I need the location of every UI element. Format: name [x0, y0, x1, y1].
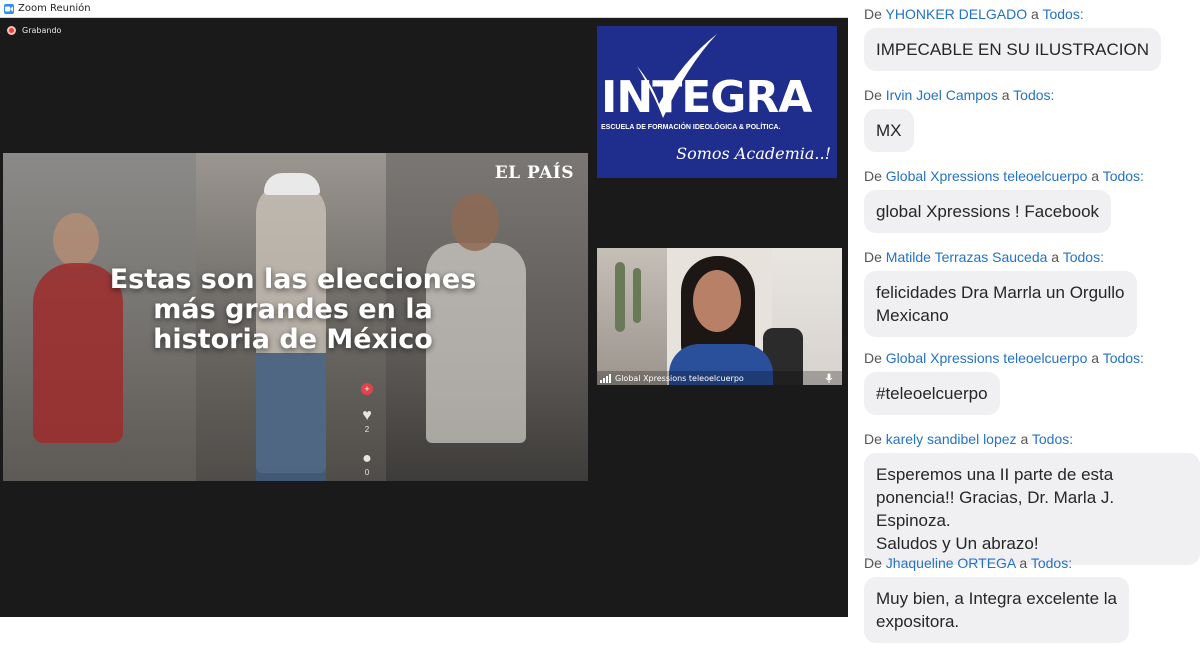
- to-word: a: [1031, 6, 1039, 22]
- cactus: [615, 262, 625, 332]
- window-title: Zoom Reunión: [18, 3, 91, 14]
- message-text: Saludos y Un abrazo!: [876, 534, 1039, 553]
- headline-line: más grandes en la: [153, 294, 433, 325]
- recipient-link[interactable]: Todos:: [1031, 555, 1072, 571]
- message-header: De Global Xpressions teleoelcuerpo a Tod…: [864, 350, 1144, 366]
- chat-message: De YHONKER DELGADO a Todos: IMPECABLE EN…: [864, 6, 1162, 71]
- chat-message: De Irvin Joel Campos a Todos: MX: [864, 87, 1054, 152]
- sender-link[interactable]: Irvin Joel Campos: [886, 87, 998, 103]
- background-wall: [597, 248, 667, 385]
- message-header: De Irvin Joel Campos a Todos:: [864, 87, 1054, 103]
- sender-link[interactable]: karely sandibel lopez: [886, 431, 1017, 447]
- message-text: Muy bien, a Integra excelente la: [876, 589, 1117, 608]
- message-bubble: MX: [864, 109, 914, 152]
- person-head: [53, 213, 99, 267]
- from-word: De: [864, 6, 882, 22]
- integra-subtitle: ESCUELA DE FORMACIÓN IDEOLÓGICA & POLÍTI…: [601, 124, 781, 131]
- message-text: global Xpressions ! Facebook: [876, 202, 1100, 221]
- like-count: 2: [364, 425, 370, 434]
- to-word: a: [1020, 431, 1029, 447]
- message-bubble: #teleoelcuerpo: [864, 372, 1000, 415]
- chat-panel: De YHONKER DELGADO a Todos: IMPECABLE EN…: [848, 0, 1200, 651]
- chat-message: De Global Xpressions teleoelcuerpo a Tod…: [864, 350, 1144, 415]
- sender-link[interactable]: Matilde Terrazas Sauceda: [886, 249, 1048, 265]
- integra-logo-tile[interactable]: INTEGRA ESCUELA DE FORMACIÓN IDEOLÓGICA …: [597, 26, 837, 178]
- from-word: De: [864, 350, 882, 366]
- to-word: a: [1091, 350, 1100, 366]
- person-cap: [264, 173, 320, 195]
- recipient-link[interactable]: Todos:: [1063, 249, 1104, 265]
- message-bubble: Muy bien, a Integra excelente la exposit…: [864, 577, 1129, 643]
- person-jeans: [256, 353, 326, 481]
- message-header: De Global Xpressions teleoelcuerpo a Tod…: [864, 168, 1144, 184]
- chat-message: De Matilde Terrazas Sauceda a Todos: fel…: [864, 249, 1137, 337]
- message-header: De Matilde Terrazas Sauceda a Todos:: [864, 249, 1137, 265]
- message-header: De YHONKER DELGADO a Todos:: [864, 6, 1161, 22]
- message-text: #teleoelcuerpo: [876, 384, 988, 403]
- signal-strength-icon: [600, 373, 612, 383]
- message-text: ponencia!! Gracias, Dr. Marla J. Espinoz…: [876, 488, 1115, 530]
- message-header: De karely sandibel lopez a Todos:: [864, 431, 1200, 447]
- to-word: a: [1091, 168, 1100, 184]
- video-headline: Estas son las elecciones más grandes en …: [103, 265, 483, 355]
- participant-video-tile[interactable]: Global Xpressions teleoelcuerpo: [597, 248, 842, 385]
- cactus: [633, 268, 641, 323]
- message-text: IMPECABLE EN SU ILUSTRACION: [876, 40, 1150, 59]
- from-word: De: [864, 168, 882, 184]
- video-social-icons: + ♥ 2 ● 0: [355, 383, 379, 481]
- participant-name: Global Xpressions teleoelcuerpo: [615, 373, 744, 383]
- chat-message: De Jhaqueline ORTEGA a Todos: Muy bien, …: [864, 555, 1129, 643]
- participant-face: [693, 270, 741, 332]
- message-bubble: IMPECABLE EN SU ILUSTRACION: [864, 28, 1162, 71]
- to-word: a: [1051, 249, 1060, 265]
- message-bubble: Esperemos una II parte de esta ponencia!…: [864, 453, 1200, 565]
- microphone-icon: [825, 373, 833, 383]
- to-word: a: [1001, 87, 1010, 103]
- from-word: De: [864, 249, 882, 265]
- zoom-meeting-window: Zoom Reunión Grabando EL PAÍS Estas son …: [0, 0, 848, 617]
- heart-icon: ♥: [362, 407, 372, 424]
- comment-count: 0: [364, 468, 370, 477]
- plus-icon: +: [361, 383, 373, 395]
- recording-indicator[interactable]: Grabando: [7, 26, 61, 35]
- recipient-link[interactable]: Todos:: [1013, 87, 1054, 103]
- integra-slogan: Somos Academia..!: [676, 144, 831, 163]
- shared-video[interactable]: EL PAÍS Estas son las elecciones más gra…: [3, 153, 588, 481]
- recipient-link[interactable]: Todos:: [1042, 6, 1083, 22]
- chat-message: De karely sandibel lopez a Todos: Espere…: [864, 431, 1200, 565]
- message-text: felicidades Dra Marrla un Orgullo: [876, 283, 1125, 302]
- message-text: MX: [876, 121, 902, 140]
- from-word: De: [864, 87, 882, 103]
- to-word: a: [1019, 555, 1028, 571]
- sender-link[interactable]: YHONKER DELGADO: [886, 6, 1028, 22]
- recording-label: Grabando: [22, 26, 62, 35]
- sender-link[interactable]: Jhaqueline ORTEGA: [886, 555, 1016, 571]
- message-bubble: felicidades Dra Marrla un Orgullo Mexica…: [864, 271, 1137, 337]
- message-text: expositora.: [876, 612, 960, 631]
- sender-link[interactable]: Global Xpressions teleoelcuerpo: [886, 168, 1088, 184]
- from-word: De: [864, 431, 882, 447]
- from-word: De: [864, 555, 882, 571]
- message-bubble: global Xpressions ! Facebook: [864, 190, 1112, 233]
- record-dot-icon: [7, 26, 16, 35]
- comment-icon: ●: [362, 450, 372, 467]
- message-text: Mexicano: [876, 306, 949, 325]
- video-area: Grabando EL PAÍS Estas son las eleccione…: [0, 19, 848, 617]
- window-titlebar[interactable]: Zoom Reunión: [0, 0, 848, 18]
- recipient-link[interactable]: Todos:: [1103, 168, 1144, 184]
- headline-line: historia de México: [153, 324, 433, 355]
- person-head-mask: [451, 193, 499, 251]
- recipient-link[interactable]: Todos:: [1032, 431, 1073, 447]
- message-text: Esperemos una II parte de esta: [876, 465, 1114, 484]
- sender-link[interactable]: Global Xpressions teleoelcuerpo: [886, 350, 1088, 366]
- participant-name-bar: Global Xpressions teleoelcuerpo: [597, 371, 842, 385]
- chat-message: De Global Xpressions teleoelcuerpo a Tod…: [864, 168, 1144, 233]
- zoom-logo-icon: [4, 3, 14, 14]
- integra-wordmark: INTEGRA: [601, 72, 812, 123]
- message-header: De Jhaqueline ORTEGA a Todos:: [864, 555, 1129, 571]
- headline-line: Estas son las elecciones: [109, 264, 477, 295]
- el-pais-logo: EL PAÍS: [494, 163, 574, 183]
- recipient-link[interactable]: Todos:: [1103, 350, 1144, 366]
